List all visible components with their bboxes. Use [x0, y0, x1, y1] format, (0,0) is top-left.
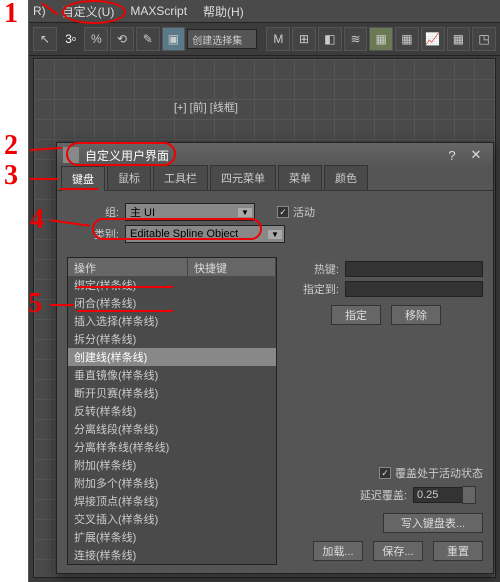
help-icon[interactable]: ? — [441, 146, 463, 164]
toolbar-btn-6[interactable]: ▣ — [162, 27, 186, 51]
list-item[interactable]: 反转(样条线) — [68, 402, 276, 420]
override-label: 覆盖处于活动状态 — [395, 465, 483, 481]
active-checkbox[interactable]: ✓ 活动 — [277, 204, 315, 220]
toolbar-btn-9[interactable]: ◧ — [318, 27, 342, 51]
menu-help[interactable]: 帮助(H) — [203, 3, 244, 20]
list-item[interactable]: 分离样条线(样条线) — [68, 438, 276, 456]
annotation-3: 3 — [4, 160, 18, 192]
dialog-tabs: 键盘 鼠标 工具栏 四元菜单 菜单 颜色 — [57, 167, 493, 191]
toolbar-angle-icon[interactable]: 3o — [59, 27, 83, 51]
list-item[interactable]: 附加(样条线) — [68, 456, 276, 474]
toolbar-btn-11[interactable]: ▦ — [369, 27, 393, 51]
active-label: 活动 — [293, 204, 315, 220]
category-combo[interactable]: Editable Spline Object — [125, 225, 285, 243]
list-item[interactable]: 垂直镜像(样条线) — [68, 366, 276, 384]
toolbar-btn-14[interactable]: ▦ — [447, 27, 471, 51]
toolbar-btn-13[interactable]: 📈 — [421, 27, 445, 51]
toolbar-btn-m[interactable]: M — [266, 27, 290, 51]
tab-toolbar[interactable]: 工具栏 — [153, 165, 208, 190]
toolbar-btn-10[interactable]: ≋ — [344, 27, 368, 51]
list-item[interactable]: 交叉插入(样条线) — [68, 510, 276, 528]
toolbar-btn-3[interactable]: % — [84, 27, 108, 51]
reset-button[interactable]: 重置 — [433, 541, 483, 561]
app-icon — [63, 147, 79, 163]
list-item[interactable]: 拆分(样条线) — [68, 330, 276, 348]
customize-ui-dialog: 自定义用户界面 ? ✕ 键盘 鼠标 工具栏 四元菜单 菜单 颜色 组: 主 UI… — [56, 142, 494, 574]
list-item[interactable]: 附加多个(样条线) — [68, 474, 276, 492]
list-item[interactable]: 分离线段(样条线) — [68, 420, 276, 438]
toolbar-btn-15[interactable]: ◳ — [472, 27, 496, 51]
main-toolbar: ↖ 3o % ⟲ ✎ ▣ 创建选择集 M ⊞ ◧ ≋ ▦ ▦ 📈 ▦ ◳ — [29, 22, 500, 56]
col-shortcut[interactable]: 快捷键 — [188, 258, 276, 276]
list-item[interactable]: 插入选择(样条线) — [68, 312, 276, 330]
remove-button[interactable]: 移除 — [391, 305, 441, 325]
toolbar-btn-12[interactable]: ▦ — [395, 27, 419, 51]
toolbar-btn-8[interactable]: ⊞ — [292, 27, 316, 51]
delay-value: 0.25 — [417, 489, 438, 501]
close-icon[interactable]: ✕ — [465, 146, 487, 164]
group-label: 组: — [87, 204, 119, 220]
toolbar-btn-5[interactable]: ✎ — [136, 27, 160, 51]
assigned-input[interactable] — [345, 281, 483, 297]
viewport-label[interactable]: [+] [前] [线框] — [174, 99, 238, 115]
group-combo[interactable]: 主 UI — [125, 203, 255, 221]
annotation-1: 1 — [4, 0, 18, 30]
delay-label: 延迟覆盖: — [360, 487, 407, 503]
menu-customize[interactable]: 自定义(U) — [62, 3, 115, 20]
assigned-label: 指定到: — [289, 281, 339, 297]
tab-quad[interactable]: 四元菜单 — [210, 165, 276, 190]
check-icon: ✓ — [277, 206, 289, 218]
load-button[interactable]: 加载... — [313, 541, 363, 561]
list-item[interactable]: 断开贝赛(样条线) — [68, 384, 276, 402]
override-check-icon[interactable]: ✓ — [379, 467, 391, 479]
tab-mouse[interactable]: 鼠标 — [107, 165, 151, 190]
hotkey-input[interactable] — [345, 261, 483, 277]
action-list-body[interactable]: 绑定(样条线)闭合(样条线)插入选择(样条线)拆分(样条线)创建线(样条线)垂直… — [68, 276, 276, 564]
list-item[interactable]: 创建线(样条线) — [68, 348, 276, 366]
delay-spinner[interactable]: 0.25 — [413, 487, 463, 503]
annotation-2: 2 — [4, 130, 18, 162]
hotkey-label: 热键: — [289, 261, 339, 277]
tab-color[interactable]: 颜色 — [324, 165, 368, 190]
assign-button[interactable]: 指定 — [331, 305, 381, 325]
menubar: R) 自定义(U) MAXScript 帮助(H) — [29, 0, 500, 22]
menu-maxscript[interactable]: MAXScript — [130, 4, 187, 18]
group-value: 主 UI — [130, 204, 155, 220]
toolbar-btn-4[interactable]: ⟲ — [110, 27, 134, 51]
list-item[interactable]: 焊接顶点(样条线) — [68, 492, 276, 510]
save-button[interactable]: 保存... — [373, 541, 423, 561]
write-keyboard-button[interactable]: 写入键盘表... — [383, 513, 483, 533]
dialog-title: 自定义用户界面 — [85, 147, 169, 164]
tab-keyboard[interactable]: 键盘 — [61, 166, 105, 191]
list-item[interactable]: 闭合(样条线) — [68, 294, 276, 312]
category-value: Editable Spline Object — [130, 228, 238, 240]
list-item[interactable]: 扩展(样条线) — [68, 528, 276, 546]
list-item[interactable]: 绑定(样条线) — [68, 276, 276, 294]
toolbar-btn-1[interactable]: ↖ — [33, 27, 57, 51]
category-label: 类别: — [87, 226, 119, 242]
tab-menu[interactable]: 菜单 — [278, 165, 322, 190]
dialog-titlebar[interactable]: 自定义用户界面 ? ✕ — [57, 143, 493, 167]
col-action[interactable]: 操作 — [68, 258, 188, 276]
list-item[interactable]: 连接(样条线) — [68, 546, 276, 564]
toolbar-selection-set[interactable]: 创建选择集 — [187, 29, 256, 49]
menu-r[interactable]: R) — [33, 4, 46, 18]
action-list: 操作 快捷键 绑定(样条线)闭合(样条线)插入选择(样条线)拆分(样条线)创建线… — [67, 257, 277, 565]
